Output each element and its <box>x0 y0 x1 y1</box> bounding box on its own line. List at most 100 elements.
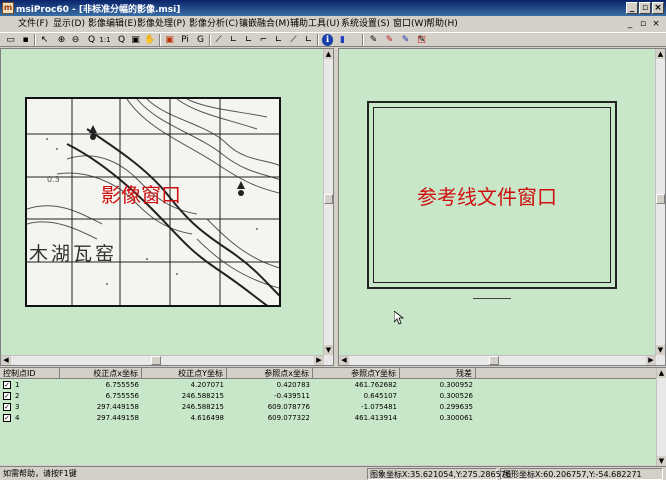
minimize-button[interactable]: _ <box>626 2 638 14</box>
menu-image-analysis[interactable]: 影像分析(C) <box>189 17 238 31</box>
reference-window[interactable]: 参考线文件窗口 ▲ ▼ ◀ ▶ <box>338 48 666 366</box>
menu-image-edit[interactable]: 影像编辑(E) <box>88 17 137 31</box>
layer-p-icon[interactable]: Pi <box>178 34 192 46</box>
image-window-vertical-scrollbar[interactable]: ▲ ▼ <box>323 49 333 365</box>
scroll-down-arrow-icon[interactable]: ▼ <box>656 345 665 355</box>
menu-window[interactable]: 窗口(W) <box>393 17 427 31</box>
layer-image-icon[interactable]: ▣ <box>164 34 175 46</box>
mdi-close-button[interactable]: × <box>650 17 662 31</box>
table-row[interactable]: ✓ 3 297.449158 246.588215 609.078776 -1.… <box>0 402 666 412</box>
menu-image-process[interactable]: 影像处理(P) <box>137 17 185 31</box>
restore-button[interactable]: ▫ <box>639 2 651 14</box>
reference-scale-line <box>473 298 511 299</box>
table-row[interactable]: ✓ 4 297.449158 4.616498 609.077322 461.4… <box>0 413 666 423</box>
scroll-up-arrow-icon[interactable]: ▲ <box>657 368 666 378</box>
menu-help[interactable]: 帮助(H) <box>426 17 458 31</box>
zoom-1to1-icon[interactable]: 1:1 <box>98 34 112 46</box>
image-window-horizontal-scrollbar[interactable]: ◀ ▶ <box>1 355 324 365</box>
scroll-down-arrow-icon[interactable]: ▼ <box>324 345 333 355</box>
scroll-thumb[interactable] <box>151 356 161 365</box>
scroll-down-arrow-icon[interactable]: ▼ <box>657 456 666 466</box>
close-button[interactable]: × <box>652 2 664 14</box>
cell-corrected-x: 6.755556 <box>105 381 139 389</box>
map-place-name: 木湖瓦窑 <box>29 243 118 265</box>
cell-reference-x: -0.439511 <box>274 392 310 400</box>
table-header: 控制点ID 校正点x坐标 校正点Y坐标 参照点x坐标 参照点Y坐标 残差 <box>0 368 666 379</box>
scroll-left-arrow-icon[interactable]: ◀ <box>339 356 349 365</box>
reference-window-horizontal-scrollbar[interactable]: ◀ ▶ <box>339 355 656 365</box>
open-folder-icon[interactable]: ▭ <box>5 34 16 46</box>
line-tool-2-icon[interactable]: ∟ <box>243 34 254 46</box>
zoom-rect-icon[interactable]: Q <box>116 34 127 46</box>
row-checkbox[interactable]: ✓ <box>3 392 11 400</box>
cell-residual: 0.300952 <box>439 381 473 389</box>
table-row[interactable]: ✓ 1 6.755556 4.207071 0.420783 461.76268… <box>0 380 666 390</box>
line-tool-1-icon[interactable]: ∟ <box>228 34 239 46</box>
histogram-icon[interactable]: ▮ <box>337 34 348 46</box>
mdi-minimize-button[interactable]: _ <box>624 17 636 31</box>
line-tool-4-icon[interactable]: ∟ <box>273 34 284 46</box>
pointer-icon[interactable]: ↖ <box>39 34 50 46</box>
window-title: msiProc60 - [非标准分幅的影像.msi] <box>16 5 181 15</box>
cell-reference-y: 461.413914 <box>354 414 397 422</box>
scroll-thumb[interactable] <box>656 194 665 204</box>
image-window-label: 影像窗口 <box>101 183 181 207</box>
line-tool-5-icon[interactable]: ⟋ <box>288 34 299 46</box>
scroll-thumb[interactable] <box>324 194 333 204</box>
column-header-corrected-y[interactable]: 校正点Y坐标 <box>142 368 227 379</box>
cell-reference-y: 461.762682 <box>354 381 397 389</box>
scroll-left-arrow-icon[interactable]: ◀ <box>1 356 11 365</box>
column-header-corrected-x[interactable]: 校正点x坐标 <box>60 368 142 379</box>
zoom-out-icon[interactable]: ⊖ <box>70 34 81 46</box>
pan-hand-icon[interactable]: ✋ <box>144 34 155 46</box>
row-checkbox[interactable]: ✓ <box>3 403 11 411</box>
line-tool-6-icon[interactable]: ∟ <box>303 34 314 46</box>
scroll-right-arrow-icon[interactable]: ▶ <box>646 356 656 365</box>
line-tool-3-icon[interactable]: ⌐ <box>258 34 269 46</box>
status-image-coordinates: 图象坐标X:35.621054,Y:275.286576 <box>367 468 511 480</box>
title-bar: m msiProc60 - [非标准分幅的影像.msi] _ ▫ × <box>0 0 666 16</box>
column-header-reference-x[interactable]: 参照点x坐标 <box>227 368 313 379</box>
menu-settings[interactable]: 系统设置(S) <box>341 17 390 31</box>
layer-g-icon[interactable]: G <box>195 34 206 46</box>
cell-reference-x: 609.078776 <box>267 403 310 411</box>
save-icon[interactable]: ▪ <box>20 34 31 46</box>
rectangle-icon[interactable]: □ <box>416 34 427 46</box>
column-header-residual[interactable]: 残差 <box>400 368 476 379</box>
pen-icon[interactable]: ✎ <box>368 34 379 46</box>
row-checkbox[interactable]: ✓ <box>3 414 11 422</box>
info-icon[interactable]: ℹ <box>322 34 333 46</box>
control-point-table[interactable]: 控制点ID 校正点x坐标 校正点Y坐标 参照点x坐标 参照点Y坐标 残差 ✓ 1… <box>0 367 666 466</box>
reference-window-vertical-scrollbar[interactable]: ▲ ▼ <box>655 49 665 365</box>
menu-tools[interactable]: 辅助工具(U) <box>290 17 340 31</box>
menu-mosaic[interactable]: 镶嵌融合(M) <box>239 17 290 31</box>
zoom-in-icon[interactable]: ⊕ <box>56 34 67 46</box>
map-contour-label: 0.3 <box>47 175 60 184</box>
pen-blue-icon[interactable]: ✎ <box>400 34 411 46</box>
draw-line-icon[interactable]: ⟋ <box>213 34 224 46</box>
zoom-full-icon[interactable]: ▣ <box>130 34 141 46</box>
zoom-icon[interactable]: Q <box>86 34 97 46</box>
scroll-thumb[interactable] <box>489 356 499 365</box>
toolbar-separator <box>362 34 364 46</box>
column-header-id[interactable]: 控制点ID <box>0 368 60 379</box>
table-row[interactable]: ✓ 2 6.755556 246.588215 -0.439511 0.6451… <box>0 391 666 401</box>
scroll-right-arrow-icon[interactable]: ▶ <box>314 356 324 365</box>
mdi-restore-button[interactable]: ▫ <box>637 17 649 31</box>
cell-residual: 0.299635 <box>439 403 473 411</box>
menu-file[interactable]: 文件(F) <box>18 17 48 31</box>
cell-corrected-x: 297.449158 <box>96 403 139 411</box>
scroll-up-arrow-icon[interactable]: ▲ <box>656 49 665 59</box>
row-checkbox[interactable]: ✓ <box>3 381 11 389</box>
scroll-up-arrow-icon[interactable]: ▲ <box>324 49 333 59</box>
image-window[interactable]: 木湖瓦窑 0.3 影像窗口 ▲ ▼ ◀ ▶ <box>0 48 334 366</box>
reference-window-label: 参考线文件窗口 <box>417 185 557 209</box>
cell-reference-y: -1.075481 <box>361 403 397 411</box>
column-header-reference-y[interactable]: 参照点Y坐标 <box>313 368 400 379</box>
cell-corrected-y: 246.588215 <box>181 403 224 411</box>
cell-reference-x: 0.420783 <box>276 381 310 389</box>
cell-reference-y: 0.645107 <box>363 392 397 400</box>
menu-display[interactable]: 显示(D) <box>53 17 85 31</box>
table-vertical-scrollbar[interactable]: ▲ ▼ <box>656 368 666 466</box>
pen-red-icon[interactable]: ✎ <box>384 34 395 46</box>
